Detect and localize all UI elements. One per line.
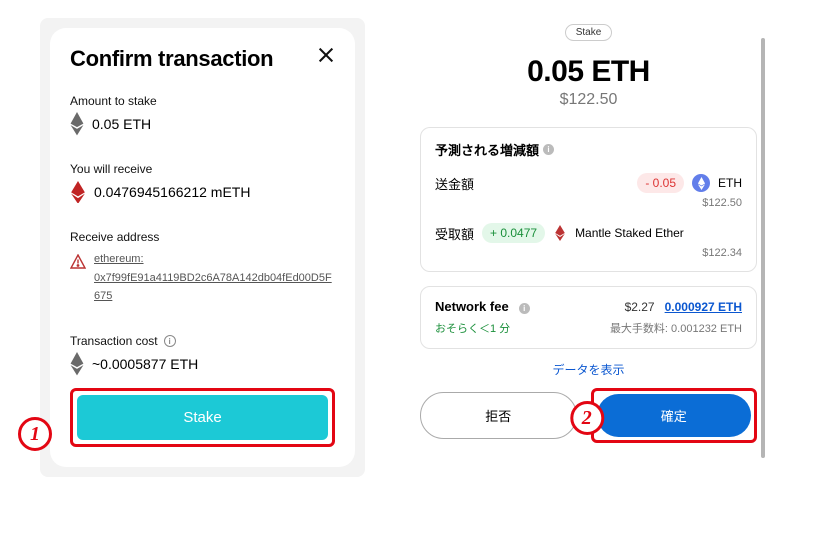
- info-icon[interactable]: i: [519, 303, 530, 314]
- panel-title: Confirm transaction: [70, 46, 273, 72]
- confirm-button-highlight: 確定: [591, 388, 758, 443]
- recv-label: 受取額: [435, 224, 474, 243]
- you-will-receive-label: You will receive: [70, 162, 335, 176]
- info-icon[interactable]: i: [164, 335, 176, 347]
- warning-icon: [70, 254, 86, 270]
- receive-address: ethereum: 0x7f99fE91a4119BD2c6A78A142db0…: [94, 250, 335, 306]
- ethereum-icon: [70, 354, 84, 374]
- receive-value: 0.0476945166212 mETH: [94, 184, 250, 200]
- receive-address-label: Receive address: [70, 230, 335, 244]
- fee-usd: $2.27: [625, 300, 655, 314]
- amount-to-stake-label: Amount to stake: [70, 94, 335, 108]
- info-icon[interactable]: i: [543, 144, 554, 155]
- close-icon[interactable]: [317, 46, 335, 64]
- main-amount: 0.05 ETH: [420, 55, 757, 89]
- confirm-transaction-inner: Confirm transaction Amount to stake 0.05…: [50, 28, 355, 467]
- mantle-icon: [553, 225, 567, 241]
- send-asset: ETH: [718, 176, 742, 190]
- amount-value: 0.05 ETH: [92, 116, 151, 132]
- annotation-step-2: 2: [570, 401, 604, 435]
- send-delta: - 0.05: [637, 173, 684, 193]
- annotation-step-1: 1: [18, 417, 52, 451]
- recv-asset: Mantle Staked Ether: [575, 226, 684, 240]
- transaction-cost-label: Transaction cost i: [70, 334, 335, 348]
- action-tag: Stake: [565, 24, 613, 41]
- fee-time: おそらく＜1 分: [435, 320, 510, 336]
- confirm-button[interactable]: 確定: [597, 394, 752, 437]
- send-usd: $122.50: [435, 197, 742, 209]
- fee-label: Network fee: [435, 299, 509, 314]
- changes-title: 予測される増減額: [435, 140, 539, 159]
- fee-max: 最大手数料: 0.001232 ETH: [610, 320, 742, 336]
- cost-value: ~0.0005877 ETH: [92, 356, 198, 372]
- predicted-changes-box: 予測される増減額 i 送金額 - 0.05 ETH $122.50 受取額 + …: [420, 127, 757, 272]
- wallet-confirm-panel: Stake 0.05 ETH $122.50 予測される増減額 i 送金額 - …: [420, 18, 765, 477]
- stake-button[interactable]: Stake: [77, 395, 328, 440]
- confirm-transaction-panel: Confirm transaction Amount to stake 0.05…: [40, 18, 365, 477]
- reject-button[interactable]: 拒否: [420, 392, 577, 439]
- recv-delta: + 0.0477: [482, 223, 545, 243]
- eth-coin-icon: [692, 174, 710, 192]
- show-data-link[interactable]: データを表示: [420, 361, 757, 378]
- meth-icon: [70, 182, 86, 202]
- scrollbar[interactable]: [761, 38, 765, 458]
- address-prefix: ethereum:: [94, 250, 335, 269]
- main-usd: $122.50: [420, 91, 757, 109]
- recv-usd: $122.34: [435, 247, 742, 259]
- fee-eth-link[interactable]: 0.000927 ETH: [665, 300, 742, 314]
- ethereum-icon: [70, 114, 84, 134]
- send-label: 送金額: [435, 174, 474, 193]
- address-value: 0x7f99fE91a4119BD2c6A78A142db04fEd00D5F6…: [94, 269, 335, 306]
- stake-button-highlight: Stake: [70, 388, 335, 447]
- network-fee-box: Network fee i $2.27 0.000927 ETH おそらく＜1 …: [420, 286, 757, 349]
